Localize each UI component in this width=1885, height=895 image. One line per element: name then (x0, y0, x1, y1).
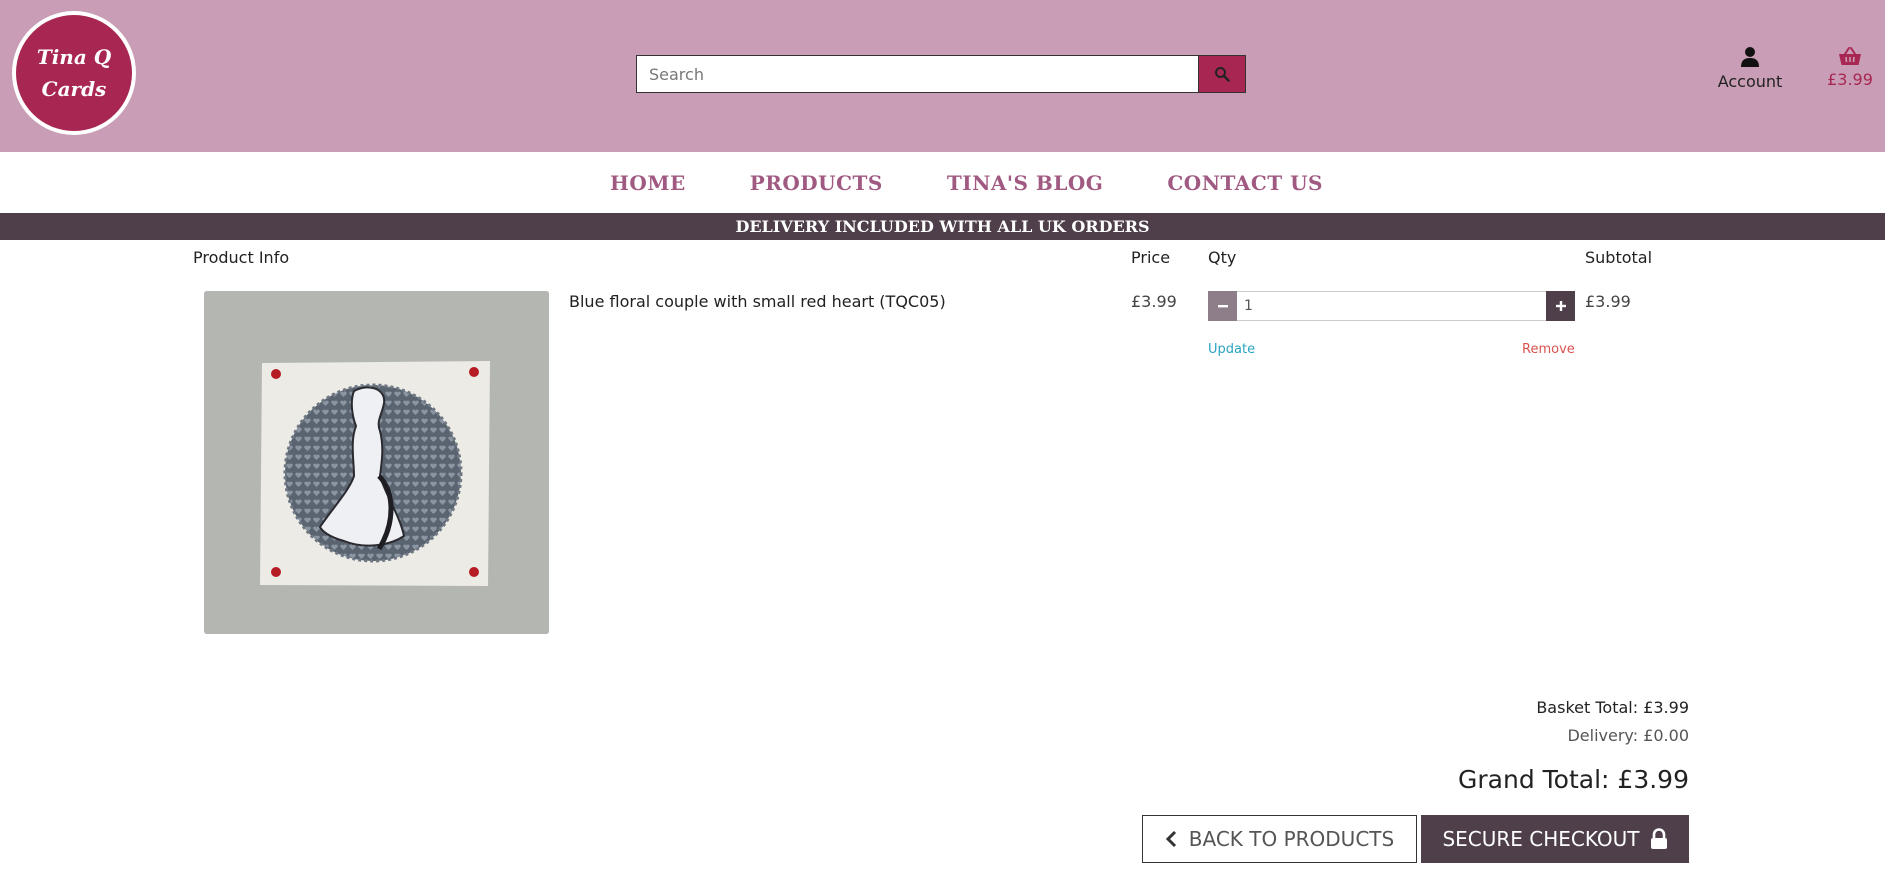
remove-link[interactable]: Remove (1522, 342, 1575, 357)
quantity-stepper (1208, 291, 1575, 321)
product-image (204, 291, 549, 634)
nav-item-home[interactable]: Home (610, 171, 686, 195)
back-to-products-button[interactable]: Back to Products (1142, 815, 1417, 863)
plus-icon (1555, 301, 1566, 311)
update-link[interactable]: Update (1208, 342, 1255, 357)
search-button[interactable] (1198, 55, 1246, 93)
nav-item-blog[interactable]: Tina's Blog (947, 171, 1104, 195)
basket-icon (1839, 47, 1861, 65)
checkout-button-label: Secure Checkout (1442, 827, 1640, 851)
basket-total: Basket Total: £3.99 (1536, 698, 1689, 717)
nav-item-contact[interactable]: Contact Us (1167, 171, 1323, 195)
search-form (636, 55, 1246, 93)
main-nav: Home Products Tina's Blog Contact Us (0, 152, 1885, 213)
increment-button[interactable] (1546, 291, 1575, 321)
basket-link[interactable]: £3.99 (1820, 46, 1880, 89)
grand-total: Grand Total: £3.99 (1458, 765, 1689, 794)
delivery-banner: Delivery included with all UK orders (0, 213, 1885, 240)
minus-icon (1217, 305, 1228, 308)
account-link[interactable]: Account (1710, 46, 1790, 91)
search-input[interactable] (636, 55, 1198, 93)
header-product-info: Product Info (193, 248, 290, 267)
header-qty: Qty (1208, 248, 1237, 267)
account-label: Account (1717, 72, 1783, 91)
delivery-cost: Delivery: £0.00 (1567, 726, 1689, 745)
secure-checkout-button[interactable]: Secure Checkout (1421, 815, 1689, 863)
site-logo[interactable]: Tina Q Cards (12, 11, 136, 135)
chevron-left-icon (1165, 830, 1176, 848)
site-header: Tina Q Cards Account £3.99 (0, 0, 1885, 152)
basket-amount: £3.99 (1827, 70, 1873, 89)
logo-text-line2: Cards (41, 77, 107, 101)
product-name: Blue floral couple with small red heart … (569, 292, 946, 311)
product-price: £3.99 (1131, 292, 1177, 311)
header-subtotal: Subtotal (1585, 248, 1653, 267)
nav-item-products[interactable]: Products (750, 171, 883, 195)
product-subtotal: £3.99 (1585, 292, 1631, 311)
decrement-button[interactable] (1208, 291, 1237, 321)
back-button-label: Back to Products (1188, 827, 1395, 851)
lock-icon (1650, 828, 1667, 849)
user-icon (1741, 47, 1759, 67)
header-price: Price (1131, 248, 1171, 267)
logo-badge: Tina Q Cards (16, 15, 132, 131)
search-icon (1215, 67, 1230, 82)
logo-text-line1: Tina Q (36, 45, 112, 69)
quantity-input[interactable] (1237, 291, 1546, 321)
